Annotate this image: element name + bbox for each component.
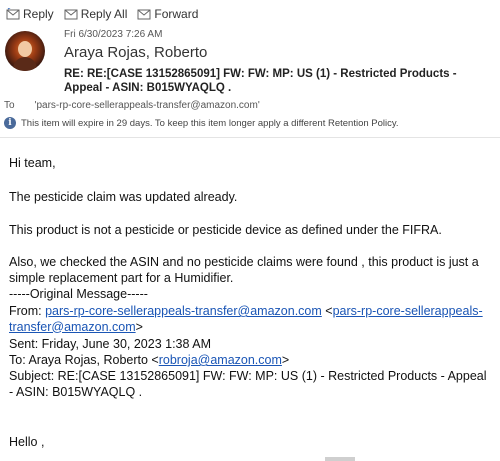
to-email-link[interactable]: robroja@amazon.com bbox=[159, 353, 282, 367]
original-message-header: -----Original Message----- bbox=[9, 287, 148, 301]
to-recipient[interactable]: 'pars-rp-core-sellerappeals-transfer@ama… bbox=[35, 100, 260, 111]
horizontal-scrollbar-thumb[interactable] bbox=[325, 457, 355, 461]
from-email-link-2a[interactable]: pars-rp-core-sellerappeals- bbox=[333, 304, 483, 318]
from-email-link-2b[interactable]: transfer@amazon.com bbox=[9, 320, 136, 334]
forward-icon bbox=[137, 9, 151, 20]
from-bracket-close: > bbox=[135, 319, 143, 334]
message-date: Fri 6/30/2023 7:26 AM bbox=[64, 29, 163, 40]
sender-name[interactable]: Araya Rojas, Roberto bbox=[64, 44, 207, 61]
body-line-3: Also, we checked the ASIN and no pestici… bbox=[9, 255, 479, 285]
from-label: From: bbox=[9, 304, 46, 318]
sender-avatar[interactable] bbox=[5, 31, 45, 71]
body-greeting: Hi team, bbox=[9, 156, 56, 170]
original-subject-line: Subject: RE:[CASE 13152865091] FW: FW: M… bbox=[9, 369, 487, 399]
reply-label: Reply bbox=[23, 7, 54, 21]
to-label: To bbox=[4, 100, 15, 111]
message-toolbar: Reply Reply All Forward bbox=[0, 0, 500, 28]
info-icon: i bbox=[4, 117, 16, 129]
forward-button[interactable]: Forward bbox=[137, 7, 198, 21]
to-line-close: > bbox=[281, 353, 290, 367]
header-divider bbox=[0, 137, 500, 138]
reply-icon bbox=[6, 8, 20, 20]
retention-info-bar: i This item will expire in 29 days. To k… bbox=[4, 117, 399, 129]
retention-message: This item will expire in 29 days. To kee… bbox=[21, 117, 399, 129]
original-to-line: To: Araya Rojas, Roberto <robroja@amazon… bbox=[9, 353, 289, 369]
body-line-1: The pesticide claim was updated already. bbox=[9, 190, 238, 204]
message-header: Fri 6/30/2023 7:26 AM Araya Rojas, Rober… bbox=[0, 28, 500, 98]
original-sent-line: Sent: Friday, June 30, 2023 1:38 AM bbox=[9, 337, 211, 351]
to-line-label: To: Araya Rojas, Roberto < bbox=[9, 353, 159, 367]
from-email-link[interactable]: pars-rp-core-sellerappeals-transfer@amaz… bbox=[45, 304, 322, 318]
reply-all-icon bbox=[64, 9, 78, 20]
forward-label: Forward bbox=[154, 7, 199, 21]
reply-button[interactable]: Reply bbox=[6, 7, 54, 21]
body-line-2: This product is not a pesticide or pesti… bbox=[9, 223, 442, 237]
reply-all-label: Reply All bbox=[80, 7, 128, 21]
original-from-line: From: pars-rp-core-sellerappeals-transfe… bbox=[9, 304, 495, 335]
message-subject: RE: RE:[CASE 13152865091] FW: FW: MP: US… bbox=[64, 68, 457, 94]
body-hello: Hello , bbox=[9, 435, 45, 449]
from-bracket-open: < bbox=[321, 304, 333, 318]
to-row: To 'pars-rp-core-sellerappeals-transfer@… bbox=[4, 100, 260, 111]
reply-all-button[interactable]: Reply All bbox=[64, 7, 128, 21]
